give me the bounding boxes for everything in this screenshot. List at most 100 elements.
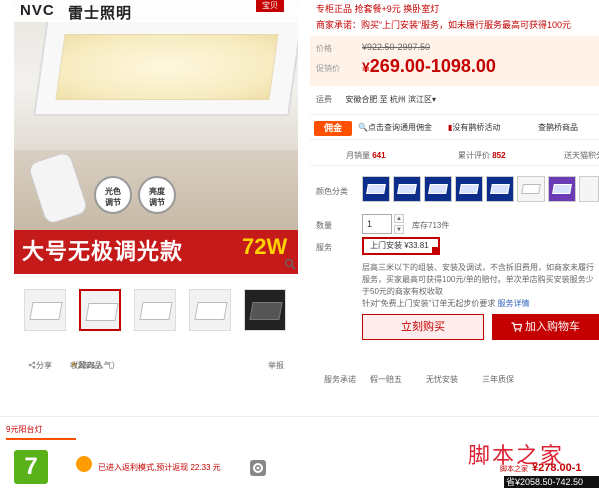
color-swatch-7[interactable]: [548, 176, 576, 202]
service-details-link[interactable]: 服务详情: [498, 299, 530, 308]
price-box: 价格 ¥922.50-2997.50 促销价 ¥269.00-1098.00: [310, 36, 599, 86]
color-label: 颜色分类: [316, 187, 348, 196]
quantity-increase-button[interactable]: ▲: [394, 214, 404, 223]
thumbnail-4-image: [194, 302, 228, 320]
thumbnail-3[interactable]: [134, 289, 176, 331]
monthly-sales-value: 641: [372, 151, 386, 160]
site-watermark-sub: 脚本之家: [500, 466, 528, 473]
stats-row: 月销量 641 累计评价 852 送天猫积分: [310, 146, 599, 166]
related-section-title[interactable]: 9元阳台灯: [6, 424, 76, 440]
thumbnail-5-image: [249, 302, 283, 320]
commission-query-link[interactable]: 🔍点击查询通用佣金: [358, 122, 432, 133]
color-swatch-1[interactable]: [362, 176, 390, 202]
corner-tag: 宝贝: [256, 0, 284, 12]
total-reviews-value: 852: [492, 151, 506, 160]
brightness-adjust-bubble: 亮度 调节: [138, 176, 176, 214]
color-swatch-4[interactable]: [455, 176, 483, 202]
thumbnail-2[interactable]: [79, 289, 121, 331]
thumbnail-2-image: [85, 303, 119, 321]
share-label: 分享: [36, 361, 52, 370]
cart-icon: [511, 322, 522, 332]
total-reviews-label: 累计评价: [458, 151, 490, 160]
quantity-input[interactable]: 1: [362, 214, 392, 234]
affiliate-service-bar: 佣金 🔍点击查询通用佣金 ▮没有鹊桥活动 查鹊桥商品: [310, 114, 599, 140]
install-service-option[interactable]: 上门安装 ¥33.81: [362, 237, 440, 255]
thumbnail-4[interactable]: [189, 289, 231, 331]
add-to-cart-button[interactable]: 加入购物车: [492, 314, 599, 340]
service-description: 层高三米以下的组装、安装及调试，不含拆旧费用，如商家未履行服务，买家最高可获得1…: [362, 262, 599, 310]
rebate-status-text: 已进入返利模式,预计返现 22.33 元: [98, 463, 221, 472]
color-swatch-8[interactable]: [579, 176, 599, 202]
install-service-text: 上门安装 ¥33.81: [370, 241, 429, 250]
swatch-4-image: [459, 184, 479, 194]
monthly-sales: 月销量 641: [346, 150, 386, 161]
promo-price-label: 促销价: [316, 64, 340, 73]
brand-name: 雷士照明: [68, 5, 133, 22]
share-link[interactable]: 分享: [28, 360, 52, 370]
promise-warranty[interactable]: 三年质保: [482, 374, 514, 385]
search-icon: 🔍: [358, 123, 368, 132]
promo-line-2[interactable]: 商家承诺：购买“上门安装”服务，如未履行服务最高可获得100元: [316, 18, 571, 31]
shipping-label: 运费: [316, 95, 332, 104]
promise-fake-compensation[interactable]: 假一赔五: [370, 374, 402, 385]
shipping-route: 安徽合肥 至 杭州: [345, 95, 406, 104]
promise-label: 服务承诺: [324, 375, 356, 384]
swatch-2-image: [397, 184, 417, 194]
selected-check-icon: [432, 247, 440, 255]
price-label: 价格: [316, 44, 332, 53]
promise-install[interactable]: 无忧安装: [426, 374, 458, 385]
thumbnail-1[interactable]: [24, 289, 66, 331]
service-label: 服务: [316, 243, 332, 252]
chevron-down-icon: ▾: [432, 95, 437, 104]
queqiao-products-link[interactable]: 查鹊桥商品: [538, 122, 578, 133]
thumbnail-strip: [24, 289, 286, 331]
swatch-7-image: [552, 184, 572, 194]
share-icon: [28, 361, 36, 369]
thumbnail-3-image: [139, 302, 173, 320]
color-swatch-5[interactable]: [486, 176, 514, 202]
promo-price: ¥269.00-1098.00: [362, 56, 496, 77]
queqiao-status[interactable]: ▮没有鹊桥活动: [448, 122, 500, 133]
overlay-savings-bar: 省¥2058.50-742.50: [504, 476, 599, 488]
bottom-divider: [0, 416, 599, 417]
bubble-2-text: 亮度 调节: [149, 187, 165, 207]
color-swatch-3[interactable]: [424, 176, 452, 202]
shipping-row: 运费 安徽合肥 至 杭州 滨江区▾: [316, 94, 436, 105]
swatch-6-image: [521, 184, 541, 194]
quantity-decrease-button[interactable]: ▼: [394, 225, 404, 234]
queqiao-status-label: 没有鹊桥活动: [452, 123, 501, 132]
color-adjust-bubble: 光色 调节: [94, 176, 132, 214]
swatch-1-image: [366, 184, 386, 194]
promo-price-value: 269.00-1098.00: [369, 56, 496, 76]
color-swatch-2[interactable]: [393, 176, 421, 202]
swatch-3-image: [428, 184, 448, 194]
add-to-cart-label: 加入购物车: [525, 321, 580, 333]
rebate-plugin-logo[interactable]: 7: [14, 450, 48, 484]
thumbnail-5[interactable]: [244, 289, 286, 331]
commission-query-label: 点击查询通用佣金: [367, 123, 432, 132]
banner-wattage: 72W: [242, 234, 288, 259]
service-description-text: 层高三米以下的组装、安装及调试，不含拆旧费用，如商家未履行服务，买家最高可获得1…: [362, 263, 594, 296]
brand-logo: NVC: [20, 2, 55, 19]
promo-line-1[interactable]: 专柜正品 抢套餐+9元 换卧室灯: [316, 2, 439, 15]
product-detail-panel: 专柜正品 抢套餐+9元 换卧室灯 商家承诺：购买“上门安装”服务，如未履行服务最…: [300, 0, 599, 400]
bubble-1-text: 光色 调节: [105, 187, 121, 207]
shipping-destination: 滨江区: [408, 95, 433, 104]
total-reviews[interactable]: 累计评价 852: [458, 150, 506, 161]
monthly-sales-label: 月销量: [346, 151, 370, 160]
banner-text: 大号无极调光款: [22, 239, 184, 264]
thumbnail-1-image: [29, 302, 63, 320]
currency-symbol: ¥: [362, 59, 370, 75]
swatch-5-image: [490, 184, 510, 194]
color-swatch-6[interactable]: [517, 176, 545, 202]
shipping-destination-select[interactable]: 滨江区▾: [408, 95, 436, 104]
report-link[interactable]: 举报: [268, 360, 284, 371]
commission-badge[interactable]: 佣金: [314, 121, 352, 136]
gear-icon[interactable]: [250, 460, 266, 476]
product-banner: 大号无极调光款 72W: [14, 230, 298, 274]
zoom-icon[interactable]: [284, 258, 296, 270]
buy-now-button[interactable]: 立刻购买: [362, 314, 484, 340]
tmall-points: 送天猫积分: [564, 151, 599, 160]
overlay-price: ¥278.00-1: [532, 462, 582, 474]
product-main-image[interactable]: NVC 雷士照明 宝贝 光色 调节 亮度 调节 大号无极调光款 72W: [14, 0, 298, 274]
